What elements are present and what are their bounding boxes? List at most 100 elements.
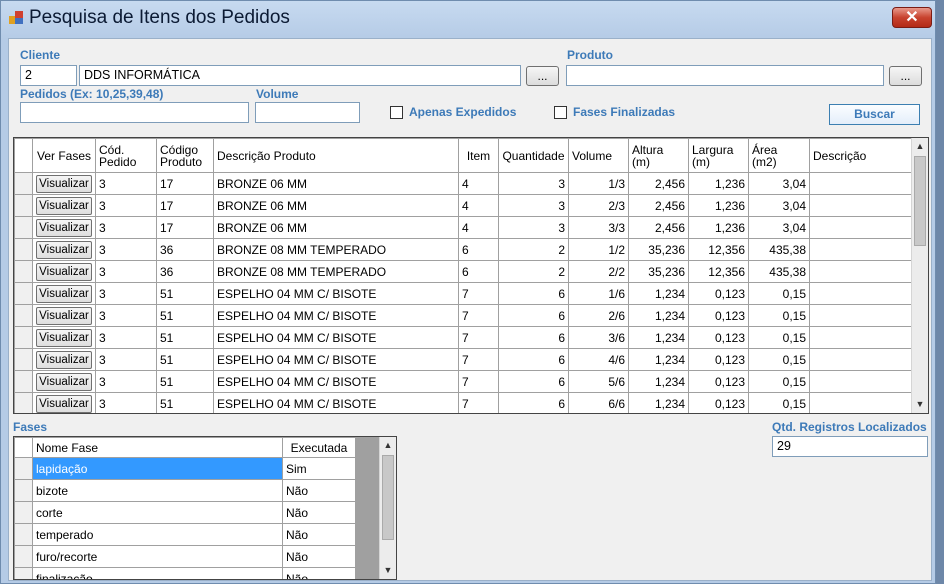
row-header[interactable]: [14, 479, 33, 502]
descricao-produto-cell[interactable]: ESPELHO 04 MM C/ BISOTE: [213, 348, 459, 371]
row-header[interactable]: [14, 567, 33, 579]
descricao-produto-cell[interactable]: ESPELHO 04 MM C/ BISOTE: [213, 282, 459, 305]
col-descricao[interactable]: Descrição: [809, 138, 913, 173]
descricao-produto-cell[interactable]: ESPELHO 04 MM C/ BISOTE: [213, 370, 459, 393]
codigo-produto-cell[interactable]: 51: [156, 370, 214, 393]
item-cell[interactable]: 4: [458, 172, 499, 195]
fase-row[interactable]: lapidação Sim: [14, 457, 356, 480]
visualizar-button[interactable]: Visualizar: [36, 372, 92, 391]
row-header[interactable]: [14, 238, 33, 261]
produto-input[interactable]: [566, 65, 884, 86]
item-cell[interactable]: 7: [458, 348, 499, 371]
col-descricao-produto[interactable]: Descrição Produto: [213, 138, 459, 173]
altura-cell[interactable]: 1,234: [628, 282, 689, 305]
codigo-produto-cell[interactable]: 36: [156, 238, 214, 261]
col-largura[interactable]: Largura (m): [688, 138, 749, 173]
nome-fase-cell[interactable]: bizote: [32, 479, 283, 502]
cliente-lookup-button[interactable]: ...: [526, 66, 559, 86]
executada-cell[interactable]: Não: [282, 501, 356, 524]
altura-cell[interactable]: 1,234: [628, 392, 689, 413]
col-codigo-produto[interactable]: Código Produto: [156, 138, 214, 173]
ver-fases-cell[interactable]: Visualizar: [32, 348, 96, 371]
volume-cell[interactable]: 3/3: [568, 216, 629, 239]
cod-pedido-cell[interactable]: 3: [95, 282, 157, 305]
volume-cell[interactable]: 2/6: [568, 304, 629, 327]
cod-pedido-cell[interactable]: 3: [95, 348, 157, 371]
cod-pedido-cell[interactable]: 3: [95, 370, 157, 393]
fase-row[interactable]: temperado Não: [14, 523, 356, 546]
cod-pedido-cell[interactable]: 3: [95, 260, 157, 283]
visualizar-button[interactable]: Visualizar: [36, 174, 92, 193]
visualizar-button[interactable]: Visualizar: [36, 350, 92, 369]
fase-row[interactable]: corte Não: [14, 501, 356, 524]
visualizar-button[interactable]: Visualizar: [36, 196, 92, 215]
volume-cell[interactable]: 1/6: [568, 282, 629, 305]
item-cell[interactable]: 7: [458, 326, 499, 349]
descricao-produto-cell[interactable]: BRONZE 06 MM: [213, 216, 459, 239]
area-cell[interactable]: 0,15: [748, 392, 810, 413]
item-cell[interactable]: 7: [458, 282, 499, 305]
descricao-cell[interactable]: [809, 194, 913, 217]
cod-pedido-cell[interactable]: 3: [95, 238, 157, 261]
descricao-cell[interactable]: [809, 326, 913, 349]
cliente-name-input[interactable]: DDS INFORMÁTICA: [79, 65, 521, 86]
scroll-thumb[interactable]: [914, 156, 926, 246]
area-cell[interactable]: 0,15: [748, 348, 810, 371]
pedidos-input[interactable]: [20, 102, 249, 123]
table-row[interactable]: Visualizar 3 51 ESPELHO 04 MM C/ BISOTE 7 6 2/…: [14, 304, 913, 327]
col-cod-pedido[interactable]: Cód. Pedido: [95, 138, 157, 173]
nome-fase-cell[interactable]: finalização: [32, 567, 283, 579]
item-cell[interactable]: 4: [458, 194, 499, 217]
table-row[interactable]: Visualizar 3 51 ESPELHO 04 MM C/ BISOTE 7 6 6/…: [14, 392, 913, 413]
altura-cell[interactable]: 1,234: [628, 326, 689, 349]
volume-cell[interactable]: 4/6: [568, 348, 629, 371]
item-cell[interactable]: 7: [458, 370, 499, 393]
row-header[interactable]: [14, 523, 33, 546]
row-header[interactable]: [14, 392, 33, 413]
descricao-produto-cell[interactable]: ESPELHO 04 MM C/ BISOTE: [213, 392, 459, 413]
largura-cell[interactable]: 0,123: [688, 348, 749, 371]
visualizar-button[interactable]: Visualizar: [36, 262, 92, 281]
codigo-produto-cell[interactable]: 36: [156, 260, 214, 283]
table-row[interactable]: Visualizar 3 17 BRONZE 06 MM 4 3 2/3 2,456 1,236…: [14, 194, 913, 217]
codigo-produto-cell[interactable]: 17: [156, 216, 214, 239]
altura-cell[interactable]: 2,456: [628, 194, 689, 217]
row-header[interactable]: [14, 370, 33, 393]
volume-cell[interactable]: 6/6: [568, 392, 629, 413]
row-header[interactable]: [14, 260, 33, 283]
descricao-cell[interactable]: [809, 392, 913, 413]
volume-cell[interactable]: 3/6: [568, 326, 629, 349]
ver-fases-cell[interactable]: Visualizar: [32, 282, 96, 305]
col-item[interactable]: Item: [458, 138, 499, 173]
descricao-cell[interactable]: [809, 304, 913, 327]
descricao-cell[interactable]: [809, 348, 913, 371]
quantidade-cell[interactable]: 6: [498, 392, 569, 413]
scroll-thumb[interactable]: [382, 455, 394, 540]
col-volume[interactable]: Volume: [568, 138, 629, 173]
quantidade-cell[interactable]: 3: [498, 194, 569, 217]
codigo-produto-cell[interactable]: 51: [156, 392, 214, 413]
row-header[interactable]: [14, 348, 33, 371]
largura-cell[interactable]: 12,356: [688, 260, 749, 283]
table-row[interactable]: Visualizar 3 17 BRONZE 06 MM 4 3 1/3 2,456 1,236…: [14, 172, 913, 195]
largura-cell[interactable]: 12,356: [688, 238, 749, 261]
row-header[interactable]: [14, 457, 33, 480]
nome-fase-cell[interactable]: temperado: [32, 523, 283, 546]
ver-fases-cell[interactable]: Visualizar: [32, 370, 96, 393]
largura-cell[interactable]: 0,123: [688, 282, 749, 305]
scroll-down-icon[interactable]: ▼: [380, 562, 396, 579]
descricao-cell[interactable]: [809, 172, 913, 195]
quantidade-cell[interactable]: 6: [498, 370, 569, 393]
descricao-produto-cell[interactable]: BRONZE 08 MM TEMPERADO: [213, 238, 459, 261]
row-header[interactable]: [14, 172, 33, 195]
col-nome-fase[interactable]: Nome Fase: [32, 437, 283, 458]
buscar-button[interactable]: Buscar: [829, 104, 920, 125]
cod-pedido-cell[interactable]: 3: [95, 392, 157, 413]
row-header[interactable]: [14, 326, 33, 349]
ver-fases-cell[interactable]: Visualizar: [32, 216, 96, 239]
cod-pedido-cell[interactable]: 3: [95, 194, 157, 217]
codigo-produto-cell[interactable]: 17: [156, 194, 214, 217]
row-header[interactable]: [14, 545, 33, 568]
descricao-cell[interactable]: [809, 282, 913, 305]
largura-cell[interactable]: 0,123: [688, 370, 749, 393]
